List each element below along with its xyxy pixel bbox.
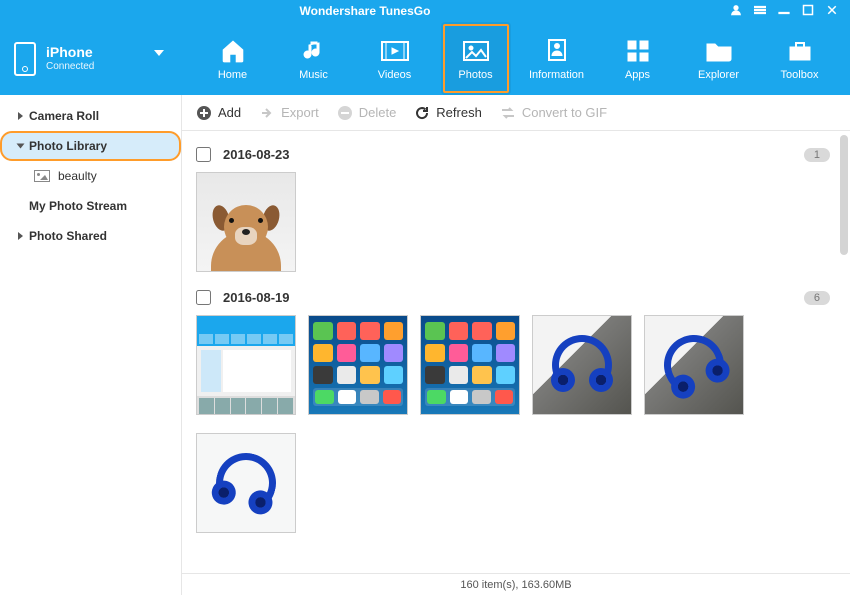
group-date: 2016-08-19: [223, 290, 290, 305]
caret-down-icon: [17, 144, 25, 149]
information-icon: [543, 37, 571, 65]
add-button[interactable]: Add: [196, 105, 241, 121]
phone-icon: [14, 42, 36, 76]
sidebar-item-label: Camera Roll: [29, 109, 99, 123]
minus-icon: [337, 105, 353, 121]
home-icon: [219, 37, 247, 65]
photos-icon: [462, 37, 490, 65]
maximize-icon[interactable]: [802, 4, 814, 19]
export-button[interactable]: Export: [259, 105, 319, 121]
sidebar-item-photo-shared[interactable]: Photo Shared: [0, 221, 181, 251]
videos-icon: [381, 37, 409, 65]
sidebar-item-photo-library[interactable]: Photo Library: [0, 131, 181, 161]
sidebar: Camera Roll Photo Library beaulty My Pho…: [0, 95, 182, 595]
device-name: iPhone: [46, 45, 94, 60]
sidebar-item-label: beaulty: [58, 169, 97, 183]
sidebar-item-beaulty[interactable]: beaulty: [0, 161, 181, 191]
user-icon[interactable]: [730, 4, 742, 19]
photo-group-header: 2016-08-23 1: [196, 147, 836, 162]
caret-right-icon: [18, 232, 23, 240]
toolbox-icon: [786, 37, 814, 65]
plus-icon: [196, 105, 212, 121]
photo-thumbnail[interactable]: [196, 315, 296, 415]
nav-apps[interactable]: Apps: [603, 22, 673, 95]
sidebar-item-label: Photo Library: [29, 139, 107, 153]
sidebar-item-my-photo-stream[interactable]: My Photo Stream: [0, 191, 181, 221]
refresh-icon: [414, 105, 430, 121]
convert-icon: [500, 105, 516, 121]
sidebar-item-label: My Photo Stream: [29, 199, 127, 213]
main-panel: Add Export Delete Refresh Convert to GIF: [182, 95, 850, 595]
device-status: Connected: [46, 61, 94, 72]
photo-thumbnail[interactable]: [196, 433, 296, 533]
scrollbar[interactable]: [840, 135, 848, 255]
convert-gif-button[interactable]: Convert to GIF: [500, 105, 607, 121]
nav-toolbox[interactable]: Toolbox: [765, 22, 835, 95]
nav-information[interactable]: Information: [522, 22, 592, 95]
nav-music[interactable]: Music: [279, 22, 349, 95]
photo-thumbnail[interactable]: [644, 315, 744, 415]
caret-right-icon: [18, 112, 23, 120]
group-date: 2016-08-23: [223, 147, 290, 162]
top-nav: iPhone Connected Home Music Videos Photo…: [0, 22, 850, 95]
titlebar: Wondershare TunesGo: [0, 0, 850, 22]
nav-explorer[interactable]: Explorer: [684, 22, 754, 95]
export-icon: [259, 105, 275, 121]
group-select-checkbox[interactable]: [196, 147, 211, 162]
app-title: Wondershare TunesGo: [0, 4, 730, 18]
menu-icon[interactable]: [754, 4, 766, 19]
chevron-down-icon: [154, 50, 164, 56]
group-count-badge: 1: [804, 148, 830, 162]
group-count-badge: 6: [804, 291, 830, 305]
close-icon[interactable]: [826, 4, 838, 19]
status-bar: 160 item(s), 163.60MB: [182, 573, 850, 595]
music-icon: [300, 37, 328, 65]
status-text: 160 item(s), 163.60MB: [460, 579, 571, 591]
photo-group-header: 2016-08-19 6: [196, 290, 836, 305]
picture-icon: [34, 170, 50, 182]
photo-thumbnail[interactable]: [308, 315, 408, 415]
device-selector[interactable]: iPhone Connected: [0, 22, 182, 95]
folder-icon: [705, 37, 733, 65]
group-select-checkbox[interactable]: [196, 290, 211, 305]
photo-thumbnail[interactable]: [532, 315, 632, 415]
sidebar-item-label: Photo Shared: [29, 229, 107, 243]
toolbar: Add Export Delete Refresh Convert to GIF: [182, 95, 850, 131]
nav-videos[interactable]: Videos: [360, 22, 430, 95]
nav-photos[interactable]: Photos: [441, 22, 511, 95]
minimize-icon[interactable]: [778, 4, 790, 19]
delete-button[interactable]: Delete: [337, 105, 397, 121]
photo-thumbnail[interactable]: [420, 315, 520, 415]
sidebar-item-camera-roll[interactable]: Camera Roll: [0, 101, 181, 131]
refresh-button[interactable]: Refresh: [414, 105, 482, 121]
nav-home[interactable]: Home: [198, 22, 268, 95]
photo-thumbnail[interactable]: [196, 172, 296, 272]
apps-icon: [624, 37, 652, 65]
photo-grid: 2016-08-23 1 2016-08-19 6: [182, 131, 850, 573]
